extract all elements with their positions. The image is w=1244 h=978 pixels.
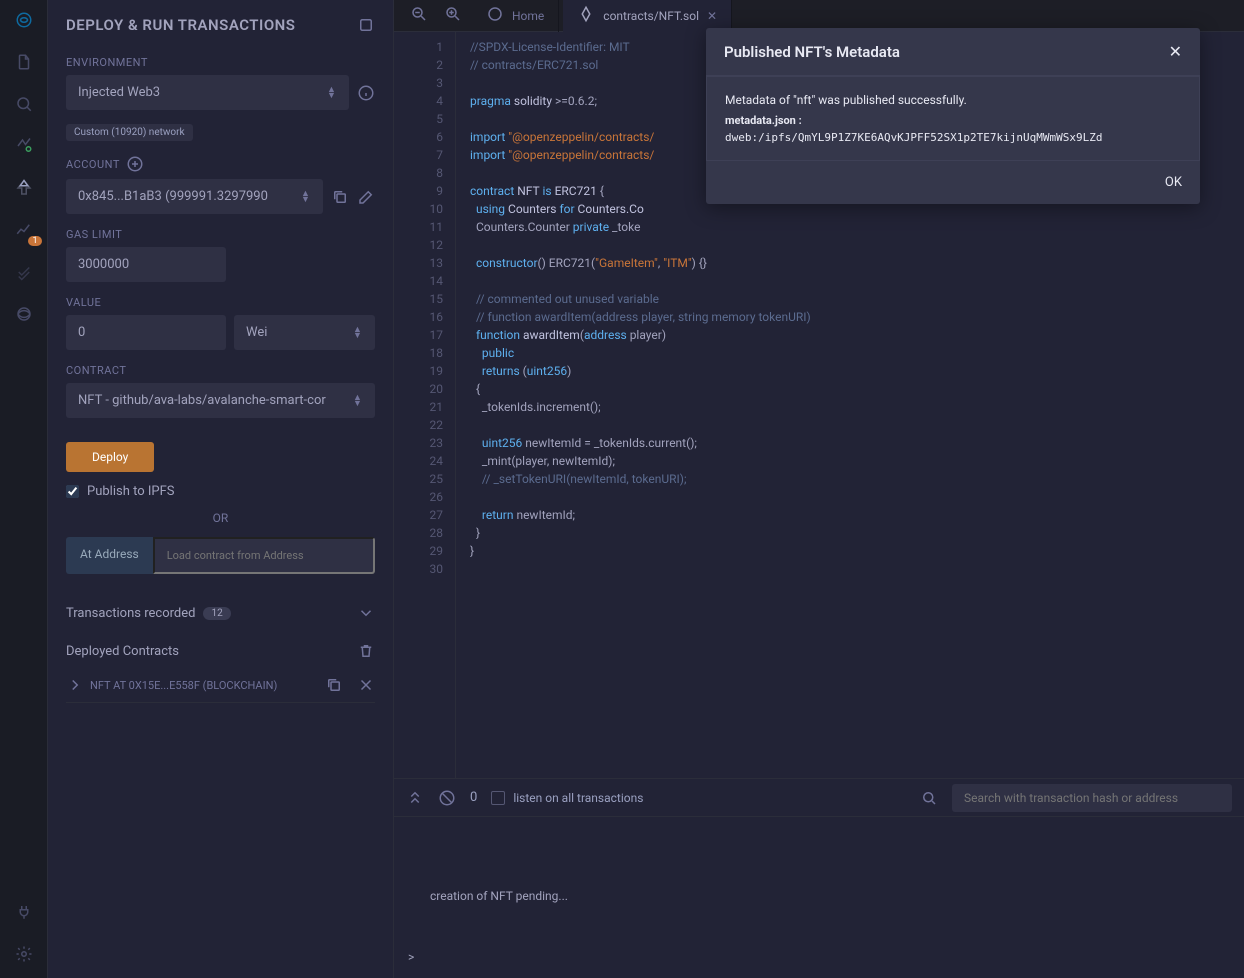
deploy-button[interactable]: Deploy [66, 442, 154, 472]
panel-title: DEPLOY & RUN TRANSACTIONS [66, 16, 295, 34]
env-select[interactable]: Injected Web3▲▼ [66, 75, 349, 110]
account-label: ACCOUNT [66, 155, 375, 173]
tab-file[interactable]: contracts/NFT.sol ✕ [563, 0, 732, 32]
remix-logo-icon[interactable] [12, 8, 36, 32]
terminal-prompt[interactable]: > [408, 950, 414, 964]
plugin-icon[interactable] [12, 302, 36, 326]
deploy-icon[interactable] [12, 176, 36, 200]
line-gutter: 1234567891011121314151617181920212223242… [394, 32, 456, 778]
contract-select[interactable]: NFT - github/ava-labs/avalanche-smart-co… [66, 383, 375, 418]
zoom-out-icon[interactable] [404, 5, 434, 27]
env-info-icon[interactable] [357, 84, 375, 102]
terminal: 0 listen on all transactions creation of… [394, 778, 1244, 978]
terminal-search-input[interactable] [952, 784, 1232, 812]
solidity-icon [577, 5, 595, 26]
account-add-icon[interactable] [126, 155, 144, 173]
env-label: ENVIRONMENT [66, 56, 375, 69]
value-label: VALUE [66, 296, 375, 309]
modal-msg: Metadata of "nft" was published successf… [725, 91, 1181, 109]
file-explorer-icon[interactable] [12, 50, 36, 74]
deployed-contracts-label: Deployed Contracts [66, 644, 179, 659]
pending-count: 0 [470, 790, 477, 805]
chevron-down-icon[interactable] [357, 604, 375, 622]
deploy-panel: DEPLOY & RUN TRANSACTIONS ENVIRONMENT In… [48, 0, 394, 978]
settings-icon[interactable] [12, 942, 36, 966]
trash-icon[interactable] [357, 642, 375, 660]
publish-ipfs-checkbox[interactable]: Publish to IPFS [66, 484, 375, 499]
value-unit-select[interactable]: Wei▲▼ [234, 315, 375, 350]
close-instance-icon[interactable] [357, 676, 375, 694]
compiler-icon[interactable] [12, 134, 36, 158]
copy-account-icon[interactable] [331, 188, 349, 206]
at-address-input[interactable] [153, 537, 375, 574]
terminal-collapse-icon[interactable] [406, 789, 424, 807]
copy-instance-icon[interactable] [325, 676, 343, 694]
or-label: OR [66, 511, 375, 525]
terminal-search-icon[interactable] [920, 789, 938, 807]
debugger-icon[interactable] [12, 260, 36, 284]
value-input[interactable] [66, 315, 226, 350]
transactions-recorded-row[interactable]: Transactions recorded12 [66, 596, 375, 630]
contract-label: CONTRACT [66, 364, 375, 377]
analytics-icon[interactable]: 1 [12, 218, 36, 242]
main-area: Home contracts/NFT.sol ✕ 123456789101112… [394, 0, 1244, 978]
modal-ok-button[interactable]: OK [1165, 175, 1182, 190]
account-select[interactable]: 0x845...B1aB3 (999991.3297990▲▼ [66, 179, 323, 214]
gas-input[interactable] [66, 247, 226, 282]
icon-bar: 1 [0, 0, 48, 978]
network-chip: Custom (10920) network [66, 124, 193, 141]
terminal-log-line: creation of NFT pending... [430, 889, 1208, 903]
at-address-button[interactable]: At Address [66, 537, 153, 574]
publish-ipfs-input[interactable] [66, 485, 79, 498]
tx-count-badge: 12 [203, 607, 230, 620]
plug-icon[interactable] [12, 900, 36, 924]
ipfs-url: dweb:/ipfs/QmYL9P1Z7KE6AQvKJPFF52SX1p2TE… [725, 130, 1181, 147]
search-icon[interactable] [12, 92, 36, 116]
panel-menu-icon[interactable] [357, 16, 375, 34]
listen-toggle[interactable]: listen on all transactions [491, 791, 643, 805]
tab-home[interactable]: Home [472, 0, 559, 32]
edit-account-icon[interactable] [357, 188, 375, 206]
contract-instance-row[interactable]: NFT AT 0X15E...E558F (BLOCKCHAIN) [66, 668, 375, 703]
modal-title: Published NFT's Metadata [724, 43, 900, 61]
terminal-clear-icon[interactable] [438, 789, 456, 807]
home-icon [486, 5, 504, 26]
gas-label: GAS LIMIT [66, 228, 375, 241]
modal-close-icon[interactable]: ✕ [1169, 42, 1182, 61]
zoom-in-icon[interactable] [438, 5, 468, 27]
close-tab-icon[interactable]: ✕ [707, 9, 717, 23]
metadata-modal: Published NFT's Metadata ✕ Metadata of "… [706, 28, 1200, 204]
chevron-right-icon[interactable] [66, 676, 84, 694]
analytics-badge: 1 [28, 236, 41, 246]
